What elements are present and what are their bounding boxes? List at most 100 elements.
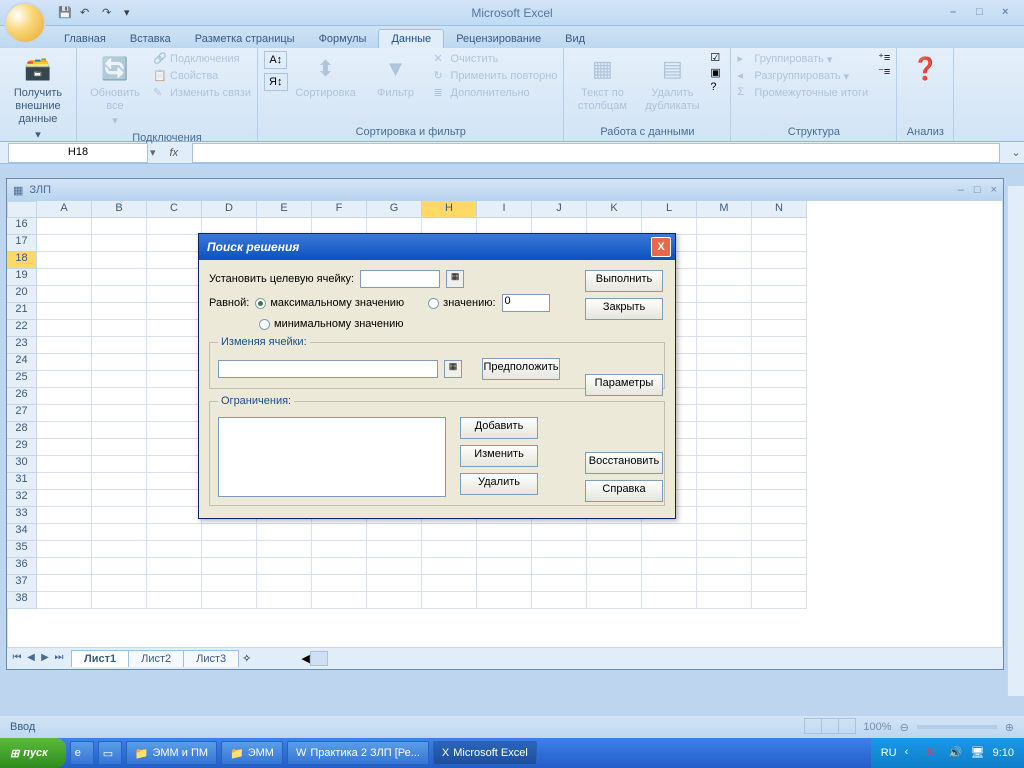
cell[interactable] [37, 218, 92, 235]
minimize-button[interactable]: – [950, 6, 966, 20]
tab-data[interactable]: Данные [378, 29, 444, 48]
cell[interactable] [202, 524, 257, 541]
cell[interactable] [752, 286, 807, 303]
cell[interactable] [697, 405, 752, 422]
wb-maximize-button[interactable]: □ [974, 184, 981, 196]
cell[interactable] [37, 235, 92, 252]
cell[interactable] [257, 558, 312, 575]
row-header[interactable]: 16 [7, 218, 37, 235]
normal-view-icon[interactable] [804, 718, 822, 734]
tray-antivirus-icon[interactable]: K [927, 746, 941, 760]
sheet-nav-next-icon[interactable]: ▶ [39, 652, 51, 666]
cell[interactable] [752, 524, 807, 541]
cell[interactable] [752, 252, 807, 269]
cell[interactable] [367, 558, 422, 575]
cell[interactable] [202, 592, 257, 609]
cell[interactable] [752, 439, 807, 456]
cell[interactable] [752, 388, 807, 405]
cell[interactable] [92, 524, 147, 541]
cell[interactable] [752, 303, 807, 320]
cell[interactable] [147, 303, 202, 320]
cell[interactable] [37, 558, 92, 575]
name-box[interactable]: H18 [8, 143, 148, 163]
wb-close-button[interactable]: × [991, 184, 997, 196]
cell[interactable] [92, 422, 147, 439]
cell[interactable] [697, 303, 752, 320]
cell[interactable] [37, 422, 92, 439]
filter-button[interactable]: ▼ Фильтр [364, 51, 428, 102]
cell[interactable] [587, 541, 642, 558]
row-header[interactable]: 26 [7, 388, 37, 405]
vertical-scrollbar[interactable] [1007, 186, 1024, 696]
quick-launch-desktop[interactable]: ▭ [98, 741, 122, 765]
cell[interactable] [37, 541, 92, 558]
refresh-all-button[interactable]: 🔄 Обновить все▾ [83, 51, 147, 131]
cell[interactable] [477, 558, 532, 575]
cell[interactable] [752, 575, 807, 592]
wb-minimize-button[interactable]: – [958, 184, 964, 196]
cell[interactable] [752, 490, 807, 507]
cell[interactable] [147, 524, 202, 541]
cell[interactable] [37, 592, 92, 609]
cell[interactable] [532, 592, 587, 609]
cell[interactable] [697, 269, 752, 286]
cell[interactable] [752, 269, 807, 286]
add-constraint-button[interactable]: Добавить [460, 417, 538, 439]
cell[interactable] [147, 592, 202, 609]
reset-button[interactable]: Восстановить [585, 452, 663, 474]
close-dialog-button[interactable]: Закрыть [585, 298, 663, 320]
target-ref-button[interactable]: ▦ [446, 270, 464, 288]
cell[interactable] [367, 524, 422, 541]
cell[interactable] [147, 541, 202, 558]
cell[interactable] [37, 354, 92, 371]
sort-desc-icon[interactable]: Я↕ [264, 73, 287, 91]
cell[interactable] [147, 473, 202, 490]
cell[interactable] [697, 320, 752, 337]
row-header[interactable]: 20 [7, 286, 37, 303]
column-header[interactable]: C [147, 201, 202, 218]
undo-icon[interactable]: ↶ [80, 6, 94, 20]
cell[interactable] [752, 218, 807, 235]
cell[interactable] [587, 592, 642, 609]
cell[interactable] [697, 507, 752, 524]
max-radio[interactable]: максимальному значению [255, 297, 404, 309]
dialog-close-button[interactable]: X [651, 237, 671, 257]
cell[interactable] [532, 524, 587, 541]
task-item-3[interactable]: WПрактика 2 ЗЛП [Ре... [287, 741, 429, 765]
cell[interactable] [92, 371, 147, 388]
cell[interactable] [697, 252, 752, 269]
cell[interactable] [752, 558, 807, 575]
cell[interactable] [92, 507, 147, 524]
cell[interactable] [147, 235, 202, 252]
cell[interactable] [587, 575, 642, 592]
changing-ref-button[interactable]: ▦ [444, 360, 462, 378]
cell[interactable] [92, 286, 147, 303]
cell[interactable] [697, 235, 752, 252]
row-header[interactable]: 18 [7, 252, 37, 269]
row-header[interactable]: 35 [7, 541, 37, 558]
cell[interactable] [752, 592, 807, 609]
cell[interactable] [92, 320, 147, 337]
whatif-icon[interactable]: ? [710, 81, 724, 95]
row-header[interactable]: 34 [7, 524, 37, 541]
cell[interactable] [752, 337, 807, 354]
cell[interactable] [202, 575, 257, 592]
cell[interactable] [92, 218, 147, 235]
cell[interactable] [92, 405, 147, 422]
namebox-dropdown-icon[interactable]: ▾ [150, 146, 156, 159]
cell[interactable] [92, 252, 147, 269]
task-item-1[interactable]: 📁ЭММ и ПМ [126, 741, 217, 765]
cell[interactable] [92, 592, 147, 609]
ungroup-button[interactable]: ◂Разгруппировать▾ [737, 68, 868, 84]
properties-button[interactable]: 📋Свойства [153, 68, 251, 84]
cell[interactable] [257, 524, 312, 541]
cell[interactable] [697, 524, 752, 541]
row-header[interactable]: 25 [7, 371, 37, 388]
cell[interactable] [37, 439, 92, 456]
column-header[interactable]: B [92, 201, 147, 218]
cell[interactable] [532, 558, 587, 575]
cell[interactable] [147, 439, 202, 456]
cell[interactable] [37, 575, 92, 592]
cell[interactable] [147, 558, 202, 575]
cell[interactable] [92, 235, 147, 252]
